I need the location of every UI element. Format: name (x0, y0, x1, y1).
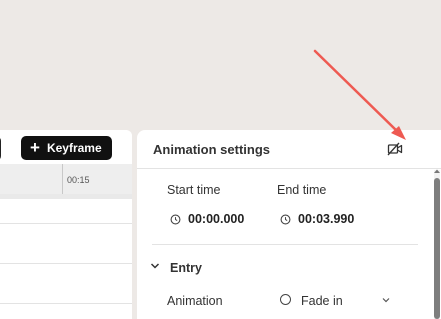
ruler-tick (62, 164, 63, 194)
track-row[interactable] (0, 224, 132, 264)
plus-icon: + (30, 137, 40, 157)
radio-icon[interactable] (280, 294, 291, 305)
end-time-label: End time (277, 183, 327, 197)
clock-icon (170, 214, 181, 225)
divider (152, 244, 418, 245)
animation-settings-panel: Animation settings Start time End time 0… (137, 130, 441, 319)
settings-header: Animation settings (137, 130, 441, 169)
track-row[interactable] (0, 199, 132, 224)
timeline-ruler[interactable]: 00:15 (0, 164, 132, 195)
panel-title: Animation settings (153, 142, 271, 157)
entry-section-title[interactable]: Entry (170, 261, 202, 275)
ruler-tick-label: 00:15 (67, 175, 90, 185)
toolbar-button-edge[interactable] (0, 136, 1, 161)
clock-icon (280, 214, 291, 225)
scrollbar-thumb[interactable] (434, 178, 440, 319)
start-time-label: Start time (167, 183, 221, 197)
scroll-up-arrow-icon[interactable] (433, 168, 441, 174)
keyframe-label: Keyframe (46, 141, 102, 155)
chevron-down-icon[interactable] (150, 262, 160, 270)
start-time-value[interactable]: 00:00.000 (188, 212, 244, 226)
chevron-down-icon[interactable] (382, 297, 390, 303)
track-row[interactable] (0, 304, 132, 319)
camera-off-icon[interactable] (387, 141, 403, 157)
animation-label: Animation (167, 294, 223, 308)
add-keyframe-button[interactable]: + Keyframe (21, 136, 112, 160)
canvas-area (0, 0, 441, 130)
end-time-value[interactable]: 00:03.990 (298, 212, 354, 226)
animation-select-value[interactable]: Fade in (301, 294, 343, 308)
track-row[interactable] (0, 264, 132, 304)
